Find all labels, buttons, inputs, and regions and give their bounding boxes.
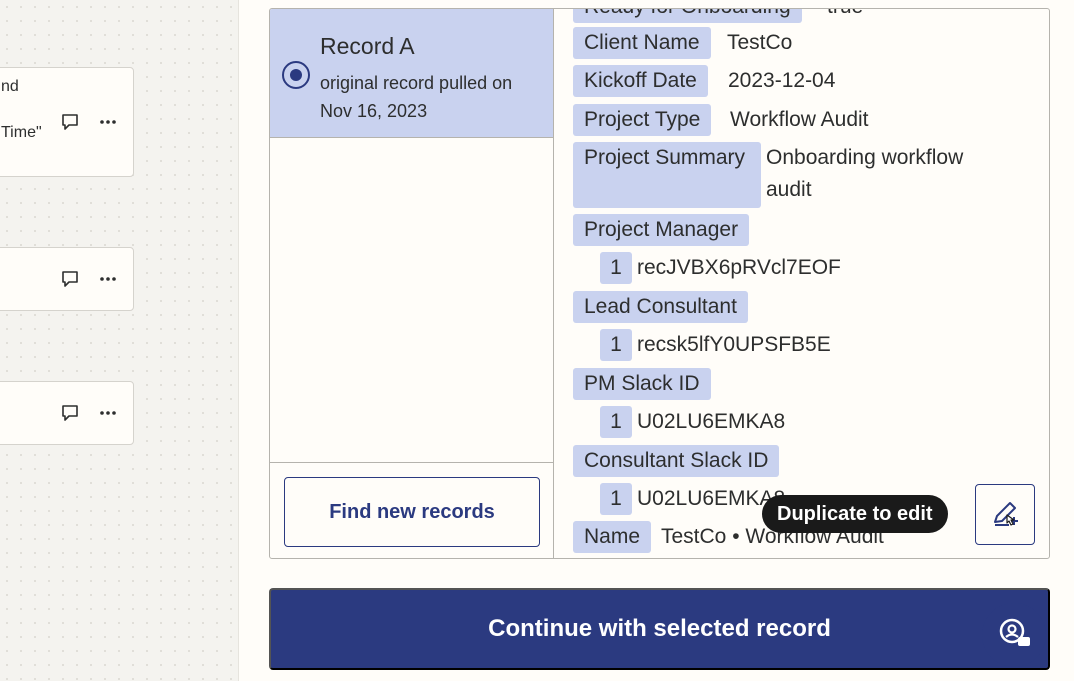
field-label: Ready for Onboarding — [573, 9, 802, 23]
step-card-text: Time" — [1, 124, 42, 141]
field-label: Kickoff Date — [573, 65, 708, 97]
record-title: Record A — [320, 33, 415, 59]
field-label: Project Type — [573, 104, 712, 136]
field-label: PM Slack ID — [573, 368, 711, 400]
step-card-text: nd — [1, 78, 19, 95]
index-chip: 1 — [600, 406, 632, 438]
field-value: U02LU6EMKA8 — [637, 410, 786, 433]
comment-icon[interactable] — [59, 111, 81, 133]
more-icon[interactable] — [97, 402, 119, 424]
field-label: Name — [573, 521, 652, 553]
comment-icon[interactable] — [59, 268, 81, 290]
continue-button[interactable]: Continue with selected record — [269, 588, 1050, 670]
duplicate-to-edit-button[interactable] — [975, 484, 1035, 545]
records-list-footer: Find new records — [270, 462, 553, 558]
field-label: Lead Consultant — [573, 291, 748, 323]
index-chip: 1 — [600, 252, 632, 284]
record-picker: Record A original record pulled on Nov 1… — [269, 8, 1050, 559]
field-value: Workflow Audit — [730, 108, 869, 131]
field-value: 2023-12-04 — [728, 69, 836, 92]
find-new-records-button[interactable]: Find new records — [284, 477, 540, 547]
step-card[interactable] — [0, 381, 134, 445]
field-value: recJVBX6pRVcl7EOF — [637, 256, 841, 279]
comment-icon[interactable] — [59, 402, 81, 424]
more-icon[interactable] — [97, 268, 119, 290]
field-value: recsk5lfY0UPSFB5E — [637, 333, 831, 356]
step-card[interactable] — [0, 247, 134, 311]
more-icon[interactable] — [97, 111, 119, 133]
index-chip: 1 — [600, 483, 632, 515]
record-subtitle: original record pulled on Nov 16, 2023 — [320, 73, 513, 121]
field-value: TestCo — [727, 31, 793, 54]
workflow-canvas: nd Time" — [0, 0, 238, 681]
field-value: true — [827, 9, 863, 23]
field-label: Consultant Slack ID — [573, 445, 780, 477]
radio-selected-icon[interactable] — [282, 61, 310, 89]
index-chip: 1 — [600, 329, 632, 361]
step-card[interactable]: nd Time" — [0, 67, 134, 177]
field-label: Project Manager — [573, 214, 750, 246]
help-chat-icon — [994, 613, 1034, 658]
records-list: Record A original record pulled on Nov 1… — [270, 9, 554, 558]
duplicate-edit-icon — [987, 495, 1023, 534]
help-button[interactable] — [982, 603, 1046, 667]
field-label: Project Summary — [573, 142, 761, 208]
record-item-a[interactable]: Record A original record pulled on Nov 1… — [270, 9, 553, 138]
field-value: Onboarding workflow audit — [766, 146, 964, 201]
field-label: Client Name — [573, 27, 711, 59]
duplicate-tooltip: Duplicate to edit — [762, 495, 948, 533]
record-detail: Ready for Onboarding true Client Name Te… — [555, 9, 1049, 558]
